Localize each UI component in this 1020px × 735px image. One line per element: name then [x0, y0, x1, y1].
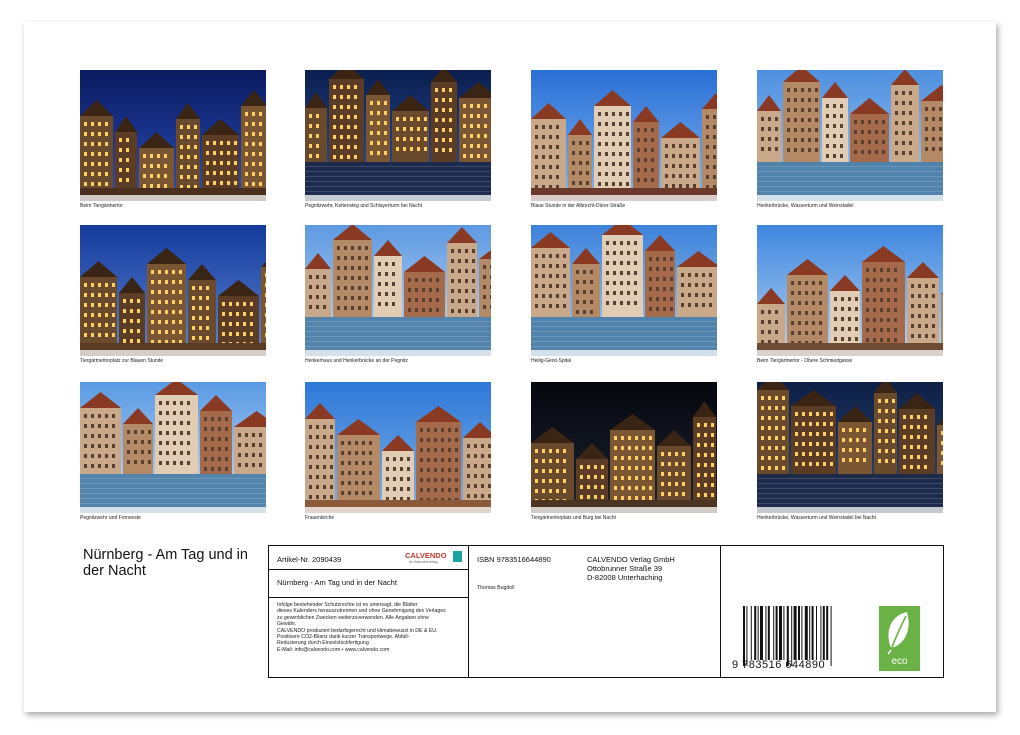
calendar-photo [757, 382, 943, 513]
calendar-photo [757, 70, 943, 201]
calendar-photo [305, 382, 491, 513]
photo-tile: Pegnitzwehr und Fronveste [80, 382, 266, 521]
calendar-day-strip [531, 195, 717, 201]
photo-caption: Heilig-Geist-Spital [531, 358, 572, 364]
photo-caption: Tiergärtnertorplatz und Burg bei Nacht [531, 515, 616, 521]
photo-caption: Blaue Stunde in der Albrecht-Dürer-Straß… [531, 203, 626, 209]
barcode-box: 9 783516 644890 eco [720, 545, 944, 678]
publisher-line-2: Ottobrunner Straße 39 [587, 564, 663, 573]
calendar-day-strip [305, 507, 491, 513]
calendar-day-strip [80, 507, 266, 513]
photo-caption: Beim Tiergärtnertor - Obere Schmiedgasse [757, 358, 853, 364]
calendar-day-strip [757, 507, 943, 513]
photo-tile: Frauenkirche [305, 382, 491, 521]
divider [269, 569, 468, 570]
publisher-line-3: D-82008 Unterhaching [587, 573, 663, 582]
photo-tile: Beim Tiergärtnertor [80, 70, 266, 209]
calendar-photo [80, 70, 266, 201]
isbn-box: ISBN 9783516644890 Thomas Bugdoll CALVEN… [468, 545, 721, 678]
calendar-day-strip [531, 507, 717, 513]
eco-badge: eco [879, 606, 920, 671]
isbn: ISBN 9783516644890 [477, 555, 551, 564]
photo-tile: Tiergärtnertorplatz und Burg bei Nacht [531, 382, 717, 521]
legal-line: E-Mail: info@calvendo.com • www.calvendo… [277, 646, 390, 653]
photo-tile: Blaue Stunde in der Albrecht-Dürer-Straß… [531, 70, 717, 209]
legal-notice: Infolge bestehender Schutzrechte ist es … [277, 602, 467, 653]
photo-tile: Tiergärtnertorplatz zur Blauen Stunde [80, 225, 266, 364]
photo-caption: Tiergärtnertorplatz zur Blauen Stunde [80, 358, 164, 364]
calendar-photo [531, 382, 717, 513]
calendar-photo [305, 225, 491, 356]
calendar-photo [531, 70, 717, 201]
calendar-photo [80, 225, 266, 356]
calvendo-logo-icon [453, 551, 462, 562]
photo-caption: Pegnitzwehr und Fronveste [80, 515, 141, 521]
leaf-icon [887, 612, 909, 655]
photo-caption: Henkerhaus und Henkerbrücke an der Pegni… [305, 358, 408, 364]
photo-caption: Henkerbrücke, Wasserturm und Weinstadel [757, 203, 854, 209]
photo-caption: Frauenkirche [305, 515, 335, 521]
legal-line: dieses Kalenders herauszutrennen und ohn… [277, 608, 446, 615]
photo-caption: Beim Tiergärtnertor [80, 203, 123, 209]
calendar-day-strip [757, 350, 943, 356]
photo-caption: Henkerbrücke, Wasserturm und Weinstadel … [757, 515, 876, 521]
calendar-day-strip [757, 195, 943, 201]
calendar-day-strip [305, 350, 491, 356]
article-number: Artikel-Nr. 2090439 [277, 555, 342, 564]
calendar-day-strip [305, 195, 491, 201]
calendar-photo [80, 382, 266, 513]
calendar-day-strip [80, 195, 266, 201]
photo-tile: Henkerbrücke, Wasserturm und Weinstadel … [757, 382, 943, 521]
divider [269, 597, 468, 598]
calendar-day-strip [531, 350, 717, 356]
calendar-photo [757, 225, 943, 356]
barcode [743, 606, 832, 666]
photo-caption: Pegnitzwehr, Kettensteg und Schlayerturm… [305, 203, 423, 209]
calvendo-logo: CALVENDO Ihr Kalenderverlag [405, 550, 465, 566]
photo-tile: Henkerhaus und Henkerbrücke an der Pegni… [305, 225, 491, 364]
publisher-line-1: CALVENDO Verlag GmbH [587, 555, 675, 564]
product-title: Nürnberg - Am Tag und in der Nacht [277, 578, 397, 587]
article-info-box: Artikel-Nr. 2090439 CALVENDO Ihr Kalende… [268, 545, 469, 678]
photo-tile: Henkerbrücke, Wasserturm und Weinstadel [757, 70, 943, 209]
calendar-photo [531, 225, 717, 356]
photo-tile: Heilig-Geist-Spital [531, 225, 717, 364]
calendar-day-strip [80, 350, 266, 356]
calendar-photo [305, 70, 491, 201]
eco-label: eco [891, 656, 908, 667]
photo-tile: Pegnitzwehr, Kettensteg und Schlayerturm… [305, 70, 491, 209]
photo-tile: Beim Tiergärtnertor - Obere Schmiedgasse [757, 225, 943, 364]
author: Thomas Bugdoll [477, 585, 515, 591]
barcode-digits: 9 783516 644890 [732, 659, 826, 671]
document-title: Nürnberg - Am Tag und in der Nacht [83, 547, 248, 579]
